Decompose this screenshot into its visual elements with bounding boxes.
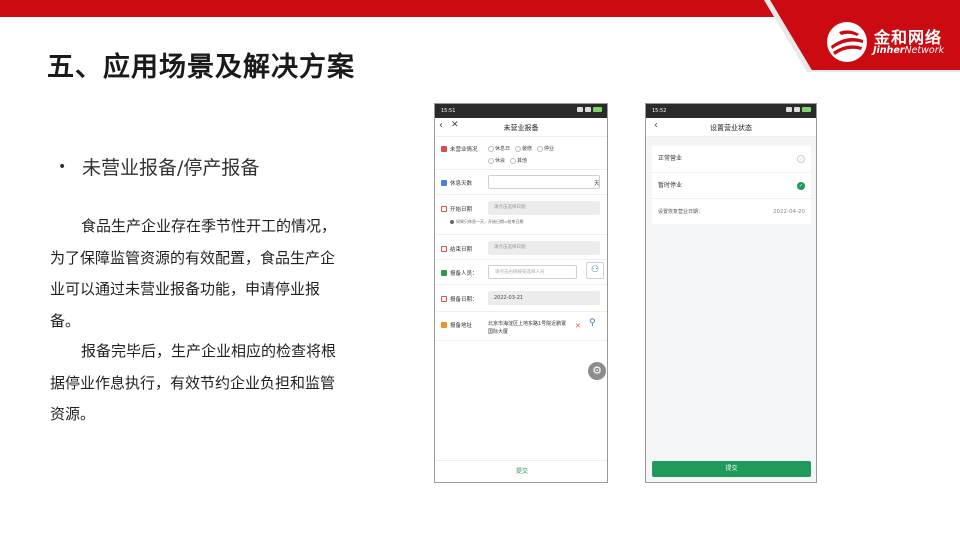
rest-days-icon bbox=[441, 180, 447, 186]
status-field-label: 未营业情况 bbox=[450, 147, 478, 153]
submit-button[interactable]: 提交 bbox=[435, 460, 607, 482]
divider bbox=[435, 259, 607, 260]
bullet-heading: • 未营业报备/停产报备 bbox=[58, 153, 259, 180]
status-bar: 15:52 bbox=[646, 104, 816, 118]
body-paragraph-2: 报备完毕后，生产企业相应的检查将根据停业作息执行，有效节约企业负担和监管资源。 bbox=[50, 342, 337, 423]
unchecked-icon: ✓ bbox=[797, 155, 805, 163]
radio-icon bbox=[510, 157, 517, 164]
option-other[interactable]: 其他 bbox=[510, 157, 527, 164]
option-temporary-closed[interactable]: 暂时停业 ✓ bbox=[652, 172, 811, 198]
info-icon bbox=[450, 220, 454, 224]
status-icons bbox=[786, 107, 811, 112]
clear-address-icon[interactable]: ✕ bbox=[575, 322, 581, 330]
nav-bar: ‹ 设置营业状态 bbox=[646, 118, 816, 137]
radio-icon bbox=[515, 145, 522, 152]
wifi-icon bbox=[585, 107, 591, 112]
bullet-text: 未营业报备/停产报备 bbox=[82, 157, 260, 179]
divider bbox=[435, 284, 607, 285]
brand-logo-icon bbox=[827, 22, 867, 62]
rest-days-unit: 天 bbox=[594, 181, 600, 187]
status-time: 15:51 bbox=[441, 108, 456, 114]
rest-days-input[interactable] bbox=[488, 175, 600, 189]
end-date-field: 结束日期 bbox=[441, 245, 472, 253]
nav-bar: ‹ ✕ 未营业报备 bbox=[435, 118, 607, 137]
phone-screenshot-status: 15:52 ‹ 设置营业状态 正常营业 ✓ 暂时停业 ✓ 设置恢复营业日期： 2… bbox=[645, 103, 817, 483]
divider bbox=[435, 311, 607, 312]
map-pin-icon[interactable]: ⚲ bbox=[589, 318, 596, 328]
rest-days-label: 休息天数 bbox=[450, 181, 473, 187]
calendar-icon bbox=[441, 206, 447, 212]
settings-gear-icon[interactable]: ⚙ bbox=[588, 362, 606, 380]
select-person-button[interactable]: ⚇ bbox=[586, 262, 604, 279]
reporter-label: 报备人员： bbox=[450, 271, 478, 277]
end-date-label: 结束日期 bbox=[450, 247, 473, 253]
rest-days-field: 休息天数 bbox=[441, 179, 472, 187]
checked-icon: ✓ bbox=[797, 182, 805, 190]
divider bbox=[435, 194, 607, 195]
status-field-icon bbox=[441, 146, 447, 152]
resume-date-value: 2022-04-20 bbox=[773, 209, 805, 215]
radio-icon bbox=[488, 157, 494, 164]
resume-date-row[interactable]: 设置恢复营业日期： 2022-04-20 bbox=[652, 198, 811, 224]
resume-date-label: 设置恢复营业日期： bbox=[658, 209, 704, 215]
report-date-field: 报备日期： bbox=[441, 295, 478, 303]
address-value: 北京市海淀区上地东路1号院近鹏寰国际大厦 bbox=[488, 321, 567, 335]
status-time: 15:52 bbox=[652, 108, 667, 114]
status-icons bbox=[577, 107, 602, 112]
bullet-dot-icon: • bbox=[58, 159, 67, 175]
report-date-value: 2022-03-21 bbox=[488, 291, 600, 305]
end-date-input[interactable]: 请点击选择日期 bbox=[488, 241, 600, 255]
start-date-field: 开始日期 bbox=[441, 205, 472, 213]
radio-icon bbox=[537, 145, 544, 152]
calendar-icon bbox=[441, 246, 447, 252]
page-title: 五、应用场景及解决方案 bbox=[47, 52, 355, 83]
battery-icon bbox=[802, 107, 811, 112]
screen-title: 未营业报备 bbox=[503, 124, 539, 132]
battery-icon bbox=[593, 107, 602, 112]
status-option-list: 正常营业 ✓ 暂时停业 ✓ 设置恢复营业日期： 2022-04-20 bbox=[652, 146, 811, 224]
status-options-row-2: 休会 其他 bbox=[488, 157, 527, 164]
start-date-label: 开始日期 bbox=[450, 207, 473, 213]
location-icon bbox=[441, 322, 447, 328]
brand-name-en: JinherNetwork bbox=[873, 45, 945, 56]
calendar-icon bbox=[441, 296, 447, 302]
reporter-field: 报备人员： bbox=[441, 269, 478, 277]
option-closed[interactable]: 停业 bbox=[537, 145, 554, 152]
wifi-icon bbox=[794, 107, 800, 112]
option-renovation[interactable]: 装修 bbox=[515, 145, 532, 152]
option-normal-business[interactable]: 正常营业 ✓ bbox=[652, 146, 811, 172]
status-options-row-1: 休息日 装修 停业 bbox=[488, 145, 554, 152]
status-field: 未营业情况 bbox=[441, 145, 478, 153]
body-paragraph-1: 食品生产企业存在季节性开工的情况，为了保障监管资源的有效配置，食品生产企业可以通… bbox=[50, 217, 337, 330]
start-date-input[interactable]: 请点击选择日期 bbox=[488, 201, 600, 215]
screen-title: 设置营业状态 bbox=[710, 124, 752, 132]
status-bar: 15:51 bbox=[435, 104, 607, 118]
option-break[interactable]: 休会 bbox=[488, 157, 505, 164]
reporter-input[interactable]: 请点击右侧按钮选择人员 bbox=[488, 265, 577, 279]
start-date-hint: 如果只休息一天，开始日期=结束日期 bbox=[450, 219, 523, 225]
user-icon: ⚇ bbox=[590, 265, 600, 275]
signal-icon bbox=[577, 107, 583, 112]
report-date-label: 报备日期： bbox=[450, 297, 478, 303]
divider bbox=[435, 234, 607, 235]
radio-icon bbox=[488, 145, 494, 152]
address-label: 报备地址 bbox=[450, 323, 473, 329]
option-rest-day[interactable]: 休息日 bbox=[488, 145, 510, 152]
phone-screenshot-report: 15:51 ‹ ✕ 未营业报备 未营业情况 休息日 装修 停业 休会 其他 休息… bbox=[434, 103, 608, 483]
person-icon bbox=[441, 270, 447, 276]
signal-icon bbox=[786, 107, 792, 112]
divider bbox=[435, 340, 607, 341]
submit-button[interactable]: 提交 bbox=[652, 461, 811, 477]
divider bbox=[435, 169, 607, 170]
address-field: 报备地址 bbox=[441, 321, 472, 329]
